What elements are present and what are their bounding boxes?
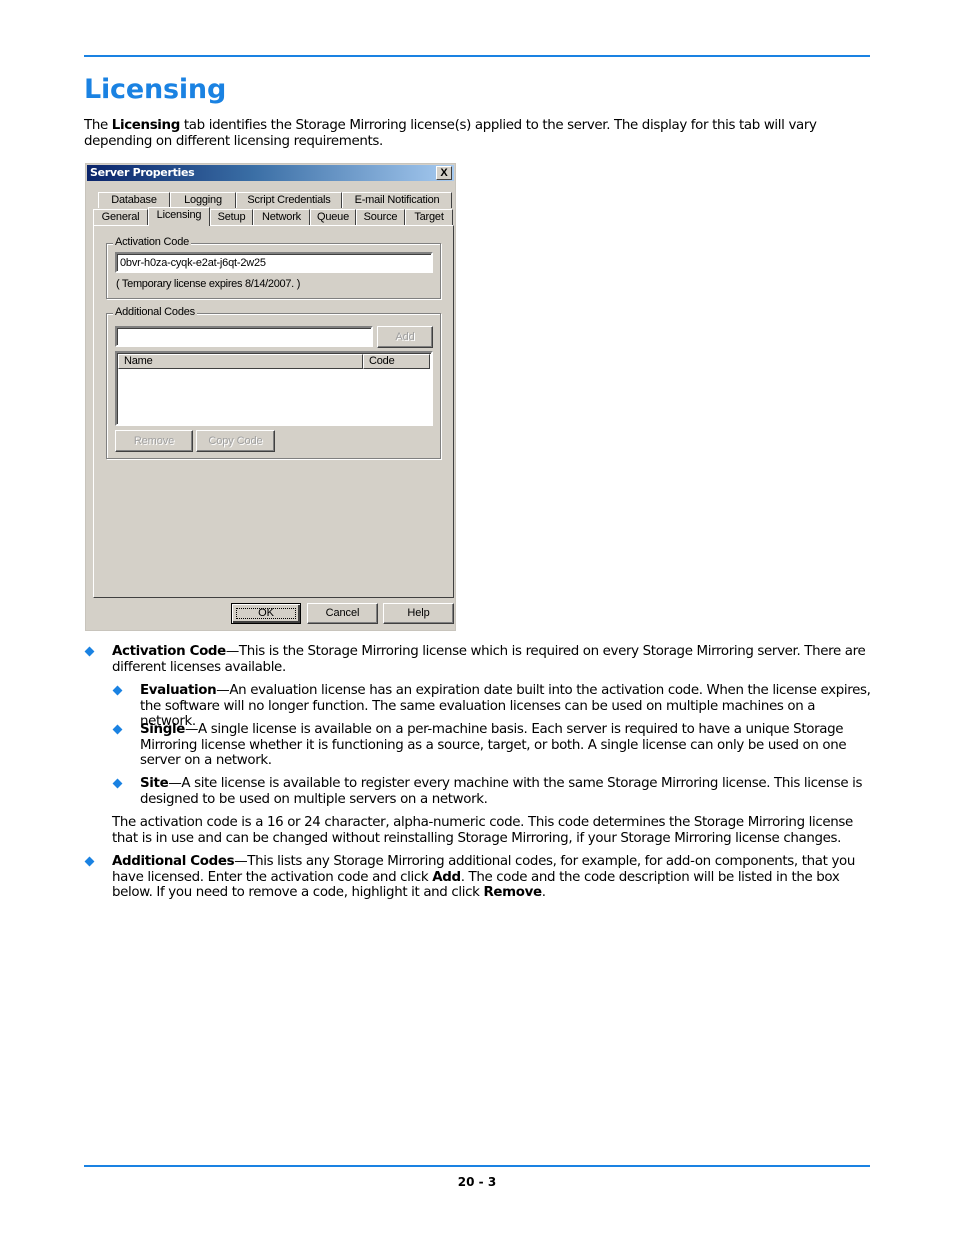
additional-code-input[interactable] [115, 326, 373, 347]
tab-licensing[interactable]: Licensing [148, 207, 210, 226]
license-expiry-note: ( Temporary license expires 8/14/2007. ) [116, 278, 301, 290]
intro-bold-term: Licensing [111, 118, 181, 133]
bullet-text: —A single license is available on a per-… [140, 722, 847, 768]
column-header-name[interactable]: Name [118, 354, 363, 369]
add-button[interactable]: Add [377, 326, 433, 348]
bullet-term: Single [140, 722, 185, 737]
dialog-title: Server Properties [90, 166, 195, 179]
bullet-diamond-icon [112, 685, 123, 696]
bullet-text: —This is the Storage Mirroring license w… [112, 644, 866, 675]
activation-code-input[interactable] [115, 252, 433, 273]
intro-text: tab identifies the Storage Mirroring lic… [84, 118, 817, 149]
footer-rule [84, 1165, 870, 1167]
close-icon[interactable]: X [436, 166, 452, 180]
tab-source[interactable]: Source [356, 209, 405, 225]
tab-database[interactable]: Database [98, 192, 170, 208]
additional-codes-group-label: Additional Codes [113, 306, 197, 318]
column-header-code[interactable]: Code [363, 354, 430, 369]
bullet-diamond-icon [112, 778, 123, 789]
bullet-term: Activation Code [112, 644, 226, 659]
additional-codes-group: Additional Codes Add Name Code Remove Co… [106, 306, 441, 459]
intro-text: The [84, 118, 112, 133]
additional-codes-list[interactable]: Name Code [115, 351, 433, 426]
page-number: 20 - 3 [457, 1175, 497, 1189]
remove-button[interactable]: Remove [115, 430, 193, 452]
tab-script-credentials[interactable]: Script Credentials [236, 192, 342, 208]
bullet-diamond-icon [84, 856, 95, 867]
tab-general[interactable]: General [93, 209, 148, 225]
tab-logging[interactable]: Logging [170, 192, 236, 208]
bullet-diamond-icon [84, 646, 95, 657]
bullet-single: Single—A single license is available on … [140, 722, 874, 769]
bullet-text: —A site license is available to register… [140, 776, 863, 807]
bullet-text: . [541, 885, 546, 900]
dialog-titlebar: Server Properties X [87, 165, 454, 181]
bullet-term: Site [140, 776, 169, 791]
licensing-tab-panel: Activation Code ( Temporary license expi… [93, 225, 454, 598]
tab-target[interactable]: Target [405, 209, 453, 225]
ok-button[interactable]: OK [231, 603, 301, 624]
page-title: Licensing [84, 74, 227, 105]
bullet-term: Additional Codes [112, 854, 235, 869]
bullet-site: Site—A site license is available to regi… [140, 776, 874, 807]
focus-rectangle [236, 608, 296, 619]
help-button[interactable]: Help [383, 603, 454, 624]
bullet-activation-code: Activation Code—This is the Storage Mirr… [112, 644, 874, 675]
bullet-diamond-icon [112, 724, 123, 735]
tab-setup[interactable]: Setup [210, 209, 253, 225]
copy-code-button[interactable]: Copy Code [196, 430, 275, 452]
server-properties-dialog: Server Properties X Database Logging Scr… [85, 163, 456, 631]
header-rule [84, 55, 870, 57]
intro-paragraph: The Licensing tab identifies the Storage… [84, 118, 874, 149]
activation-code-group-label: Activation Code [113, 236, 192, 248]
bullet-term: Evaluation [140, 683, 217, 698]
bold-remove: Remove [483, 885, 542, 900]
bold-add: Add [432, 869, 461, 885]
activation-code-note: The activation code is a 16 or 24 charac… [112, 815, 853, 846]
tab-queue[interactable]: Queue [310, 209, 356, 225]
tab-network[interactable]: Network [253, 209, 310, 225]
tab-email-notification[interactable]: E-mail Notification [342, 192, 452, 208]
bullet-additional-codes: Additional Codes—This lists any Storage … [112, 854, 874, 901]
activation-code-group: Activation Code ( Temporary license expi… [106, 236, 441, 299]
cancel-button[interactable]: Cancel [307, 603, 378, 624]
